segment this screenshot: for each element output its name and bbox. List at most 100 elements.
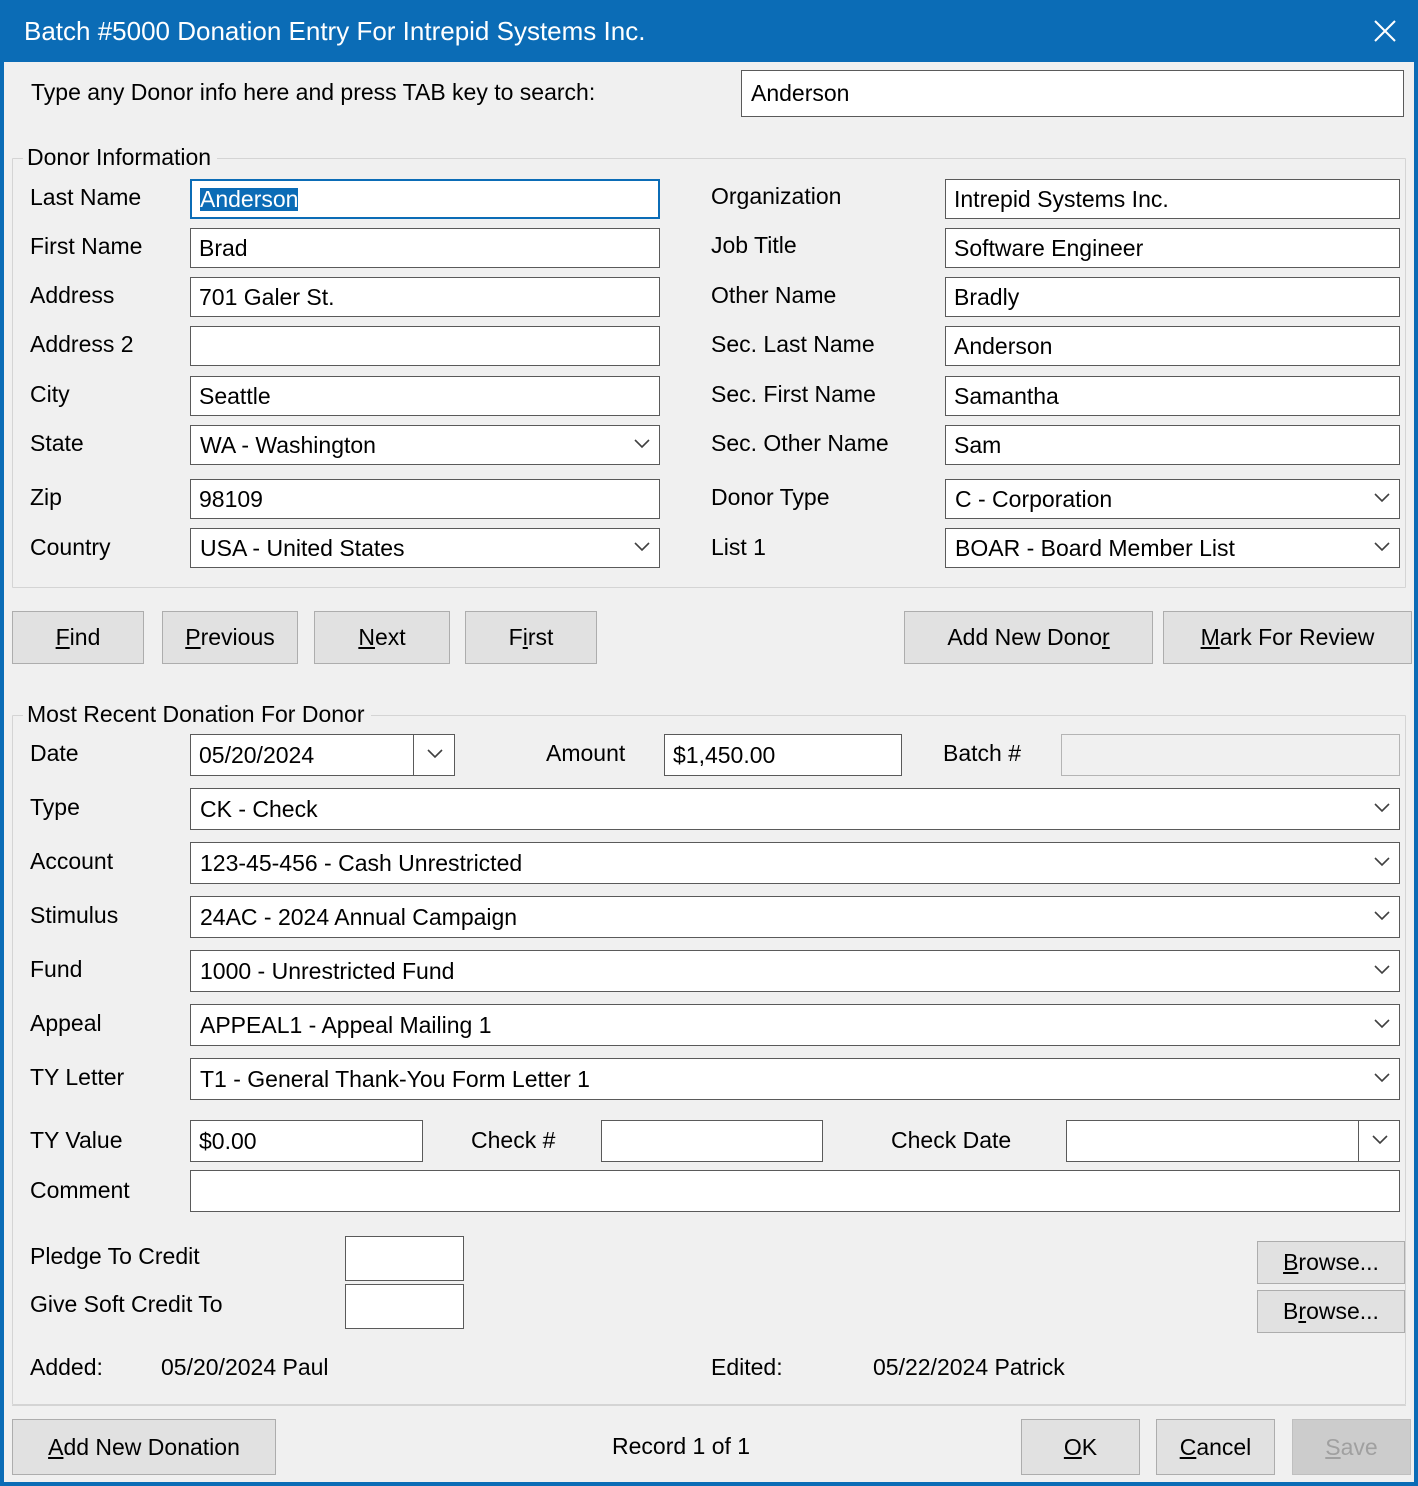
add-new-donor-label-pre: Add New Dono bbox=[947, 624, 1103, 650]
label-last-name: Last Name bbox=[30, 184, 142, 210]
account-value: 123-45-456 - Cash Unrestricted bbox=[200, 849, 523, 876]
check-date-picker[interactable] bbox=[1066, 1120, 1400, 1162]
add-new-donor-button[interactable]: Add New Donor bbox=[904, 611, 1153, 664]
chevron-down-icon bbox=[1374, 962, 1390, 980]
find-label-rest: ind bbox=[69, 624, 101, 650]
address-2-field[interactable] bbox=[190, 326, 660, 366]
add-new-donation-button[interactable]: Add New Donation bbox=[12, 1419, 276, 1475]
date-value: 05/20/2024 bbox=[199, 741, 315, 768]
chevron-down-icon bbox=[1374, 1016, 1390, 1034]
mark-for-review-button[interactable]: Mark For Review bbox=[1163, 611, 1412, 664]
ok-button[interactable]: OK bbox=[1021, 1419, 1140, 1475]
ty-letter-combobox[interactable]: T1 - General Thank-You Form Letter 1 bbox=[190, 1058, 1400, 1100]
other-name-value: Bradly bbox=[954, 283, 1020, 310]
list-1-combobox[interactable]: BOAR - Board Member List bbox=[945, 528, 1400, 568]
organization-field[interactable]: Intrepid Systems Inc. bbox=[945, 179, 1400, 219]
label-donor-type: Donor Type bbox=[711, 484, 830, 510]
label-state: State bbox=[30, 430, 84, 456]
batch-number-field bbox=[1061, 734, 1400, 776]
soft-credit-browse-accel: r bbox=[1298, 1298, 1307, 1324]
check-date-value-field[interactable] bbox=[1066, 1120, 1359, 1162]
mark-for-review-label-rest: ark For Review bbox=[1219, 624, 1375, 650]
sec-first-name-field[interactable]: Samantha bbox=[945, 376, 1400, 416]
type-combobox[interactable]: CK - Check bbox=[190, 788, 1400, 830]
chevron-down-icon bbox=[634, 436, 650, 454]
country-combobox[interactable]: USA - United States bbox=[190, 528, 660, 568]
chevron-down-icon bbox=[1372, 1132, 1388, 1150]
add-new-donation-label-rest: dd New Donation bbox=[63, 1433, 240, 1460]
ty-letter-value: T1 - General Thank-You Form Letter 1 bbox=[200, 1065, 590, 1092]
next-accel: N bbox=[358, 624, 375, 650]
city-field[interactable]: Seattle bbox=[190, 376, 660, 416]
label-sec-other-name: Sec. Other Name bbox=[711, 430, 889, 456]
pledge-browse-button[interactable]: Browse... bbox=[1257, 1241, 1405, 1284]
label-zip: Zip bbox=[30, 484, 62, 510]
ty-value-field[interactable]: $0.00 bbox=[190, 1120, 423, 1162]
find-button[interactable]: Find bbox=[12, 611, 144, 664]
find-accel: F bbox=[55, 624, 70, 650]
check-date-dropdown-button[interactable] bbox=[1359, 1120, 1400, 1162]
zip-value: 98109 bbox=[199, 485, 263, 512]
type-value: CK - Check bbox=[200, 795, 318, 822]
label-batch-number: Batch # bbox=[943, 740, 1021, 766]
pledge-browse-label-rest: rowse... bbox=[1298, 1249, 1379, 1275]
account-combobox[interactable]: 123-45-456 - Cash Unrestricted bbox=[190, 842, 1400, 884]
stimulus-value: 24AC - 2024 Annual Campaign bbox=[200, 903, 518, 930]
chevron-down-icon bbox=[427, 746, 443, 764]
previous-button[interactable]: Previous bbox=[162, 611, 298, 664]
other-name-field[interactable]: Bradly bbox=[945, 277, 1400, 317]
label-organization: Organization bbox=[711, 183, 842, 209]
check-number-field[interactable] bbox=[601, 1120, 823, 1162]
close-icon[interactable] bbox=[1352, 0, 1418, 62]
cancel-button[interactable]: Cancel bbox=[1156, 1419, 1275, 1475]
cancel-label-rest: ancel bbox=[1196, 1433, 1252, 1460]
donor-search-input[interactable] bbox=[741, 70, 1404, 117]
edited-label: Edited: bbox=[711, 1354, 783, 1380]
save-accel: S bbox=[1325, 1433, 1341, 1460]
state-value: WA - Washington bbox=[200, 431, 376, 458]
sec-last-name-field[interactable]: Anderson bbox=[945, 326, 1400, 366]
job-title-field[interactable]: Software Engineer bbox=[945, 228, 1400, 268]
first-label-pre: F bbox=[508, 624, 523, 650]
zip-field[interactable]: 98109 bbox=[190, 479, 660, 519]
chevron-down-icon bbox=[1374, 908, 1390, 926]
address-field[interactable]: 701 Galer St. bbox=[190, 277, 660, 317]
recent-donation-group: Most Recent Donation For Donor Date 05/2… bbox=[12, 701, 1406, 1405]
pledge-to-credit-field[interactable] bbox=[345, 1236, 464, 1281]
first-label-rest: rst bbox=[527, 624, 554, 650]
fund-combobox[interactable]: 1000 - Unrestricted Fund bbox=[190, 950, 1400, 992]
next-button[interactable]: Next bbox=[314, 611, 450, 664]
donor-type-combobox[interactable]: C - Corporation bbox=[945, 479, 1400, 519]
first-name-field[interactable]: Brad bbox=[190, 228, 660, 268]
date-dropdown-button[interactable] bbox=[414, 734, 455, 776]
label-sec-last-name: Sec. Last Name bbox=[711, 331, 875, 357]
sec-other-name-value: Sam bbox=[954, 431, 1002, 458]
give-soft-credit-to-field[interactable] bbox=[345, 1284, 464, 1329]
label-amount: Amount bbox=[546, 740, 626, 766]
record-status: Record 1 of 1 bbox=[612, 1433, 751, 1459]
label-first-name: First Name bbox=[30, 233, 143, 259]
date-picker[interactable]: 05/20/2024 bbox=[190, 734, 455, 776]
edited-value: 05/22/2024 Patrick bbox=[873, 1354, 1065, 1380]
amount-field[interactable]: $1,450.00 bbox=[664, 734, 902, 776]
label-city: City bbox=[30, 381, 70, 407]
label-list-1: List 1 bbox=[711, 534, 766, 560]
stimulus-combobox[interactable]: 24AC - 2024 Annual Campaign bbox=[190, 896, 1400, 938]
label-address-2: Address 2 bbox=[30, 331, 134, 357]
comment-field[interactable] bbox=[190, 1170, 1400, 1212]
save-button: Save bbox=[1292, 1419, 1411, 1475]
first-button[interactable]: First bbox=[465, 611, 597, 664]
appeal-combobox[interactable]: APPEAL1 - Appeal Mailing 1 bbox=[190, 1004, 1400, 1046]
last-name-field[interactable]: Anderson bbox=[190, 179, 660, 219]
pledge-browse-accel: B bbox=[1283, 1249, 1299, 1275]
added-value: 05/20/2024 Paul bbox=[161, 1354, 329, 1380]
soft-credit-browse-button[interactable]: Browse... bbox=[1257, 1290, 1405, 1333]
window-title: Batch #5000 Donation Entry For Intrepid … bbox=[24, 16, 646, 46]
organization-value: Intrepid Systems Inc. bbox=[954, 185, 1169, 212]
state-combobox[interactable]: WA - Washington bbox=[190, 425, 660, 465]
sec-other-name-field[interactable]: Sam bbox=[945, 425, 1400, 465]
chevron-down-icon bbox=[1374, 800, 1390, 818]
label-address: Address bbox=[30, 282, 115, 308]
date-value-field[interactable]: 05/20/2024 bbox=[190, 734, 414, 776]
label-ty-value: TY Value bbox=[30, 1127, 123, 1153]
